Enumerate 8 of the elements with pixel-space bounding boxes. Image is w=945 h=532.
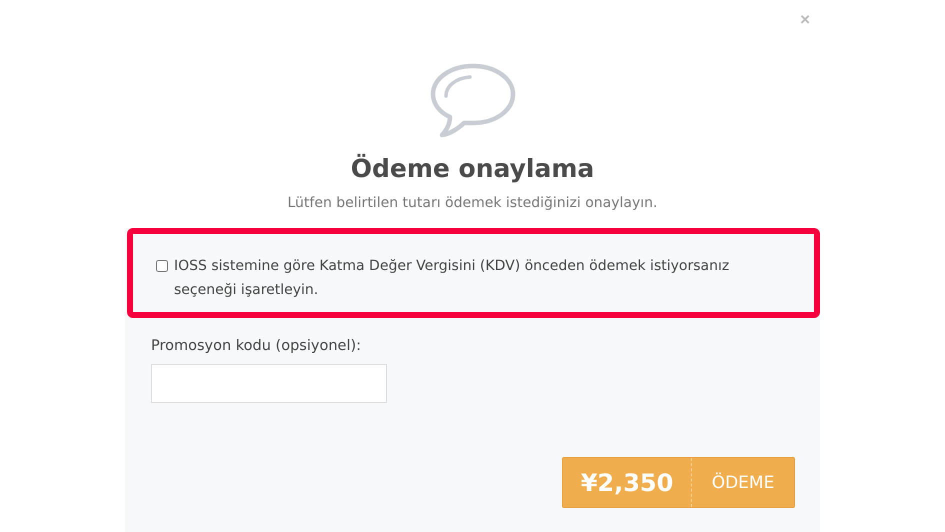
pay-button[interactable]: ¥2,350 ÖDEME <box>562 457 795 508</box>
promo-code-label: Promosyon kodu (opsiyonel): <box>151 338 362 354</box>
dialog-subtitle: Lütfen belirtilen tutarı ödemek istediğinizi onaylayın. <box>288 195 658 211</box>
close-button[interactable]: × <box>800 10 810 30</box>
ioss-option-label: IOSS sistemine göre Katma Değer Vergisini (KDV) önceden ödemek istiyorsanız seçeneği işaretleyin. <box>174 257 730 300</box>
dialog-title: Ödeme onaylama <box>350 154 594 183</box>
ioss-checkbox[interactable] <box>156 260 168 272</box>
promo-code-field[interactable] <box>151 364 387 403</box>
